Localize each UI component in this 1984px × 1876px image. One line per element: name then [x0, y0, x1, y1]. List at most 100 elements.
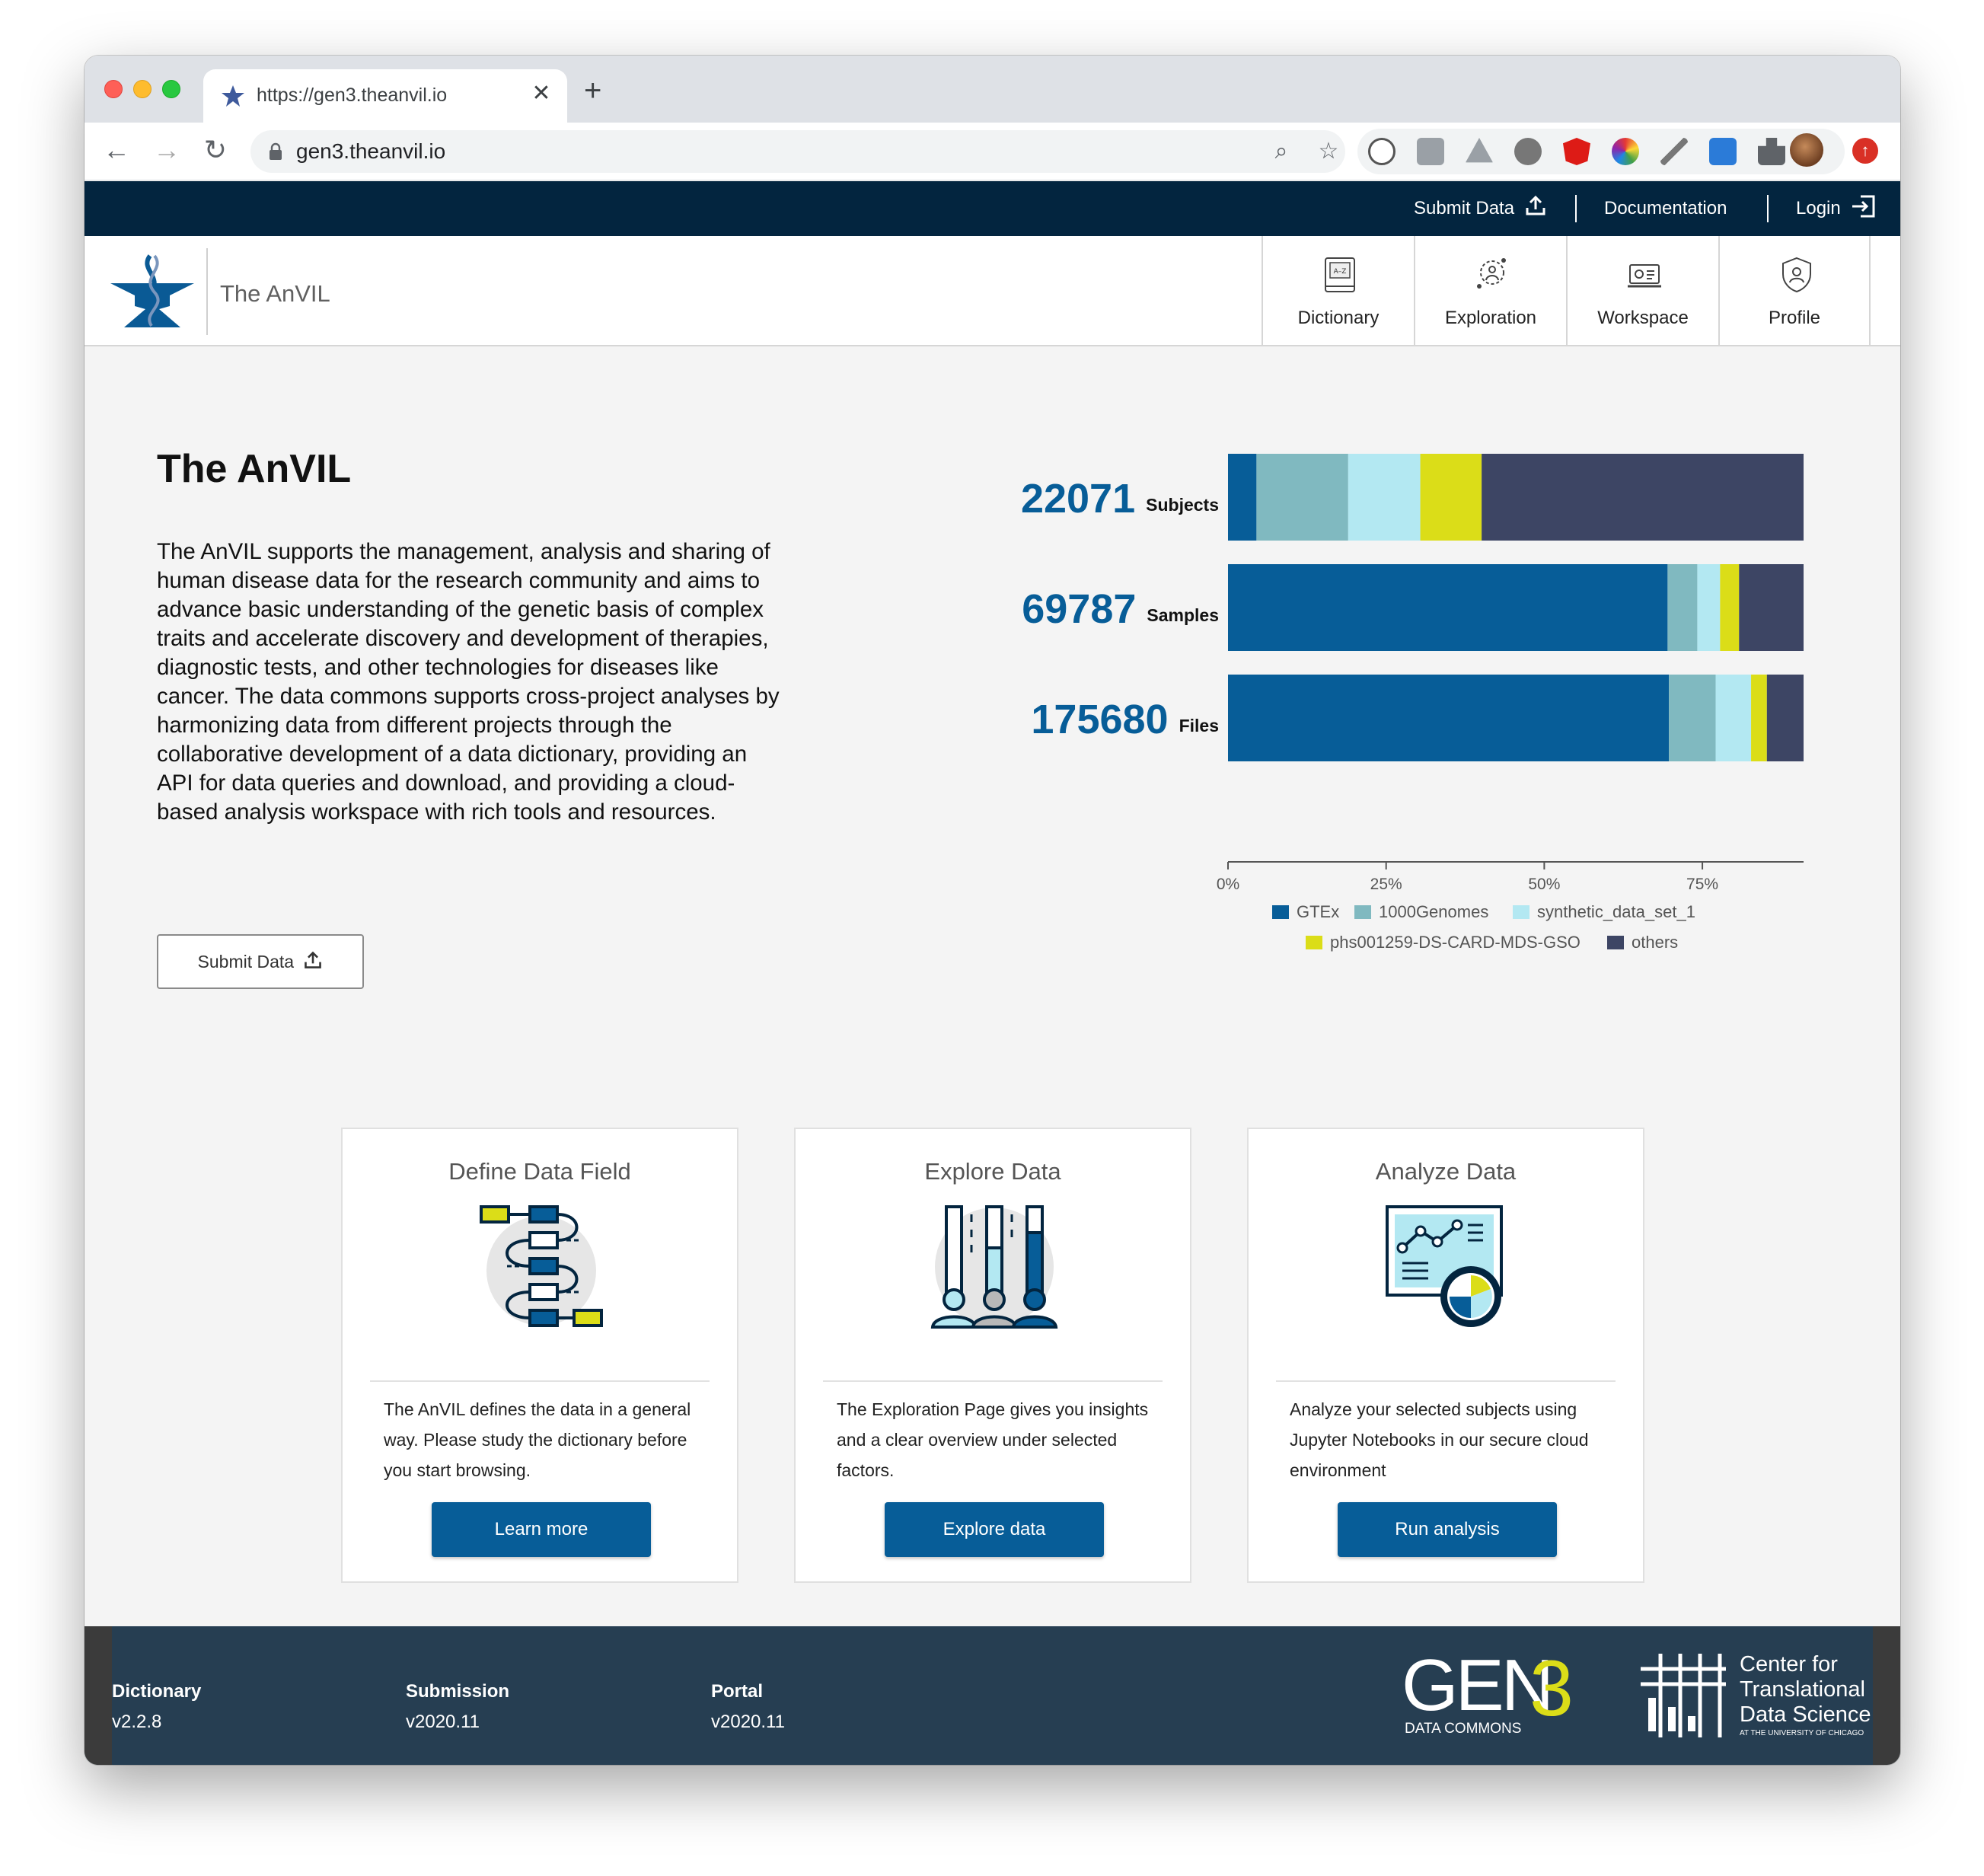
bar-segment: [1228, 675, 1670, 761]
puzzle-extensions-icon[interactable]: [1758, 138, 1785, 165]
login-icon: [1852, 195, 1875, 218]
main-content: The AnVIL The AnVIL supports the managem…: [85, 347, 1900, 1626]
footer-dictionary-version: Dictionary v2.2.8: [112, 1677, 201, 1737]
footer-version: v2020.11: [711, 1712, 785, 1732]
tab-close-icon[interactable]: ✕: [528, 80, 555, 107]
topbar-submit-label: Submit Data: [1414, 198, 1515, 219]
drive-extension-icon[interactable]: [1466, 138, 1493, 163]
bar-segment: [1720, 564, 1740, 651]
ctds-line: Data Science: [1740, 1702, 1871, 1727]
footer-edge: [85, 1626, 112, 1765]
address-bar[interactable]: gen3.theanvil.io ⌕ ☆: [250, 130, 1345, 173]
color-picker-extension-icon[interactable]: [1612, 138, 1639, 165]
x-axis-tick-label: 50%: [1528, 876, 1560, 893]
topbar-separator: [1575, 195, 1577, 222]
bar-segment: [1669, 675, 1716, 761]
card-divider: [1276, 1380, 1616, 1382]
s-extension-icon[interactable]: [1709, 138, 1737, 165]
nav-profile-label: Profile: [1768, 308, 1821, 328]
legend-swatch: [1513, 905, 1529, 919]
topbar-submit-data-link[interactable]: Submit Data: [1414, 181, 1547, 236]
reload-icon[interactable]: ↻: [197, 132, 234, 168]
tab-title: https://gen3.theanvil.io: [257, 85, 448, 106]
back-arrow-icon[interactable]: ←: [98, 132, 135, 168]
nav-exploration-tab[interactable]: Exploration: [1414, 236, 1566, 346]
bookmark-star-icon[interactable]: ☆: [1313, 136, 1344, 167]
documentation-link[interactable]: Documentation: [1604, 181, 1727, 236]
forward-arrow-icon[interactable]: →: [148, 132, 185, 168]
zoom-icon[interactable]: ⌕: [1266, 136, 1297, 167]
footer-submission-version: Submission v2020.11: [406, 1677, 509, 1737]
circle-extension-icon[interactable]: [1514, 138, 1542, 165]
login-label: Login: [1796, 198, 1841, 219]
bar-segment: [1739, 564, 1804, 651]
submit-data-button[interactable]: Submit Data: [157, 934, 364, 989]
summary-stacked-bar-chart: 22071 Subjects 69787 Samples 175680 Files 0% 25…: [1021, 454, 1804, 952]
brand-name[interactable]: The AnVIL: [220, 280, 330, 308]
h-extension-icon[interactable]: [1417, 138, 1444, 165]
x-axis-tick-label: 25%: [1370, 876, 1402, 893]
new-tab-button[interactable]: +: [584, 75, 601, 106]
ctds-logo-text[interactable]: Center for Translational Data Science AT…: [1740, 1652, 1871, 1740]
legend-label: GTEx: [1297, 902, 1339, 921]
profile-avatar[interactable]: [1790, 133, 1823, 167]
ctds-subtitle: AT THE UNIVERSITY OF CHICAGO: [1740, 1729, 1864, 1737]
anvil-logo[interactable]: [110, 253, 194, 329]
bar-segment: [1697, 564, 1721, 651]
stat-count: 69787: [1022, 586, 1136, 632]
browser-toolbar: ← → ↻ gen3.theanvil.io ⌕ ☆ ↑: [85, 123, 1900, 180]
run-analysis-button[interactable]: Run analysis: [1338, 1502, 1557, 1557]
card-title: Explore Data: [924, 1158, 1061, 1185]
page-title: The AnVIL: [157, 447, 352, 491]
minimize-window-button[interactable]: [133, 80, 152, 98]
bar-segment: [1715, 675, 1752, 761]
footer-version: v2.2.8: [112, 1712, 162, 1732]
ctds-line: Translational: [1740, 1677, 1865, 1702]
legend-label: 1000Genomes: [1379, 902, 1488, 921]
ctds-logo-mark[interactable]: [1638, 1654, 1729, 1737]
site-footer: Dictionary v2.2.8 Submission v2020.11 Po…: [85, 1626, 1900, 1765]
eyedropper-extension-icon[interactable]: [1660, 138, 1688, 165]
angular-extension-icon[interactable]: [1563, 138, 1590, 165]
bar-segment: [1228, 454, 1257, 541]
card-define-data-field: Define Data Field The AnVIL defines the …: [341, 1128, 738, 1583]
explore-data-button[interactable]: Explore data: [885, 1502, 1104, 1557]
nav-dictionary-tab[interactable]: A–Z Dictionary: [1262, 236, 1414, 346]
submit-data-label: Submit Data: [197, 952, 295, 972]
legend-swatch: [1306, 936, 1322, 949]
legend-label: synthetic_data_set_1: [1537, 902, 1695, 921]
nav-workspace-label: Workspace: [1597, 308, 1689, 328]
nav-dictionary-label: Dictionary: [1297, 308, 1380, 328]
nav-profile-tab[interactable]: Profile: [1718, 236, 1871, 346]
bar-segment: [1420, 454, 1482, 541]
card-title: Analyze Data: [1375, 1158, 1517, 1185]
card-title: Define Data Field: [448, 1158, 631, 1185]
close-window-button[interactable]: [104, 80, 123, 98]
topbar-separator: [1767, 195, 1769, 222]
update-icon[interactable]: ↑: [1852, 138, 1878, 164]
nav-workspace-tab[interactable]: Workspace: [1566, 236, 1718, 346]
nav-exploration-label: Exploration: [1444, 308, 1537, 328]
stat-count: 22071: [1021, 476, 1135, 522]
bar-segment: [1482, 454, 1804, 541]
intro-paragraph: The AnVIL supports the management, analy…: [157, 539, 780, 825]
card-description: The AnVIL defines the data in a general …: [384, 1399, 691, 1480]
browser-tab[interactable]: https://gen3.theanvil.io ✕: [203, 69, 567, 123]
stat-category-label: Samples: [1147, 605, 1219, 625]
gen3-logo-text: GEN: [1402, 1645, 1554, 1726]
login-link[interactable]: Login: [1796, 181, 1876, 236]
learn-more-button[interactable]: Learn more: [432, 1502, 651, 1557]
card-divider: [823, 1380, 1163, 1382]
dictionary-book-icon: A–Z: [1325, 257, 1355, 292]
card-description: Analyze your selected subjects using Jup…: [1290, 1399, 1589, 1480]
gen3-logo[interactable]: GEN 3 DATA COMMONS: [1402, 1649, 1592, 1740]
zoom-window-button[interactable]: [162, 80, 180, 98]
svg-text:A–Z: A–Z: [1334, 268, 1347, 276]
legend-label: phs001259-DS-CARD-MDS-GSO: [1330, 933, 1581, 952]
exploration-people-icon: [1477, 258, 1506, 289]
legend-swatch: [1354, 905, 1371, 919]
profile-shield-icon: [1782, 257, 1811, 293]
password-manager-extension-icon[interactable]: [1368, 138, 1395, 165]
tab-strip: https://gen3.theanvil.io ✕ +: [85, 56, 1900, 123]
legend-label: others: [1632, 933, 1678, 952]
